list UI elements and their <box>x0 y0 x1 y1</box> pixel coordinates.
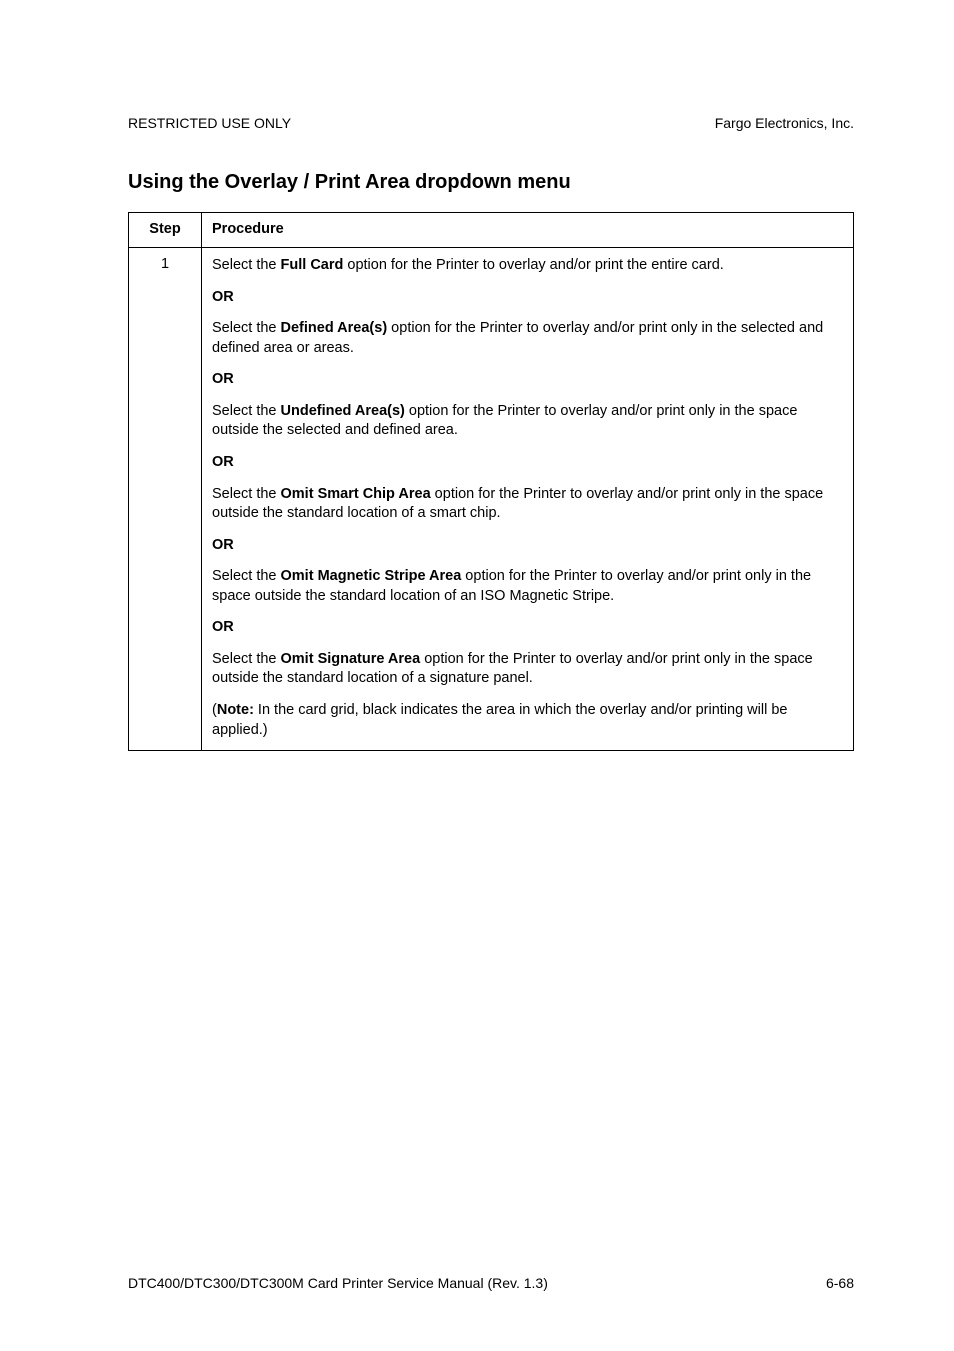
header-right: Fargo Electronics, Inc. <box>715 115 854 131</box>
procedure-cell: Select the Full Card option for the Prin… <box>202 248 854 751</box>
table-row: 1 Select the Full Card option for the Pr… <box>129 248 854 751</box>
option-undefined-areas: Undefined Area(s) <box>281 403 405 419</box>
text-run: Select the <box>212 651 281 667</box>
page-footer: DTC400/DTC300/DTC300M Card Printer Servi… <box>128 1275 854 1291</box>
or-separator: OR <box>212 453 843 473</box>
header-left: RESTRICTED USE ONLY <box>128 115 291 131</box>
footer-left: DTC400/DTC300/DTC300M Card Printer Servi… <box>128 1275 548 1291</box>
option-full-card: Full Card <box>281 257 344 273</box>
document-page: RESTRICTED USE ONLY Fargo Electronics, I… <box>0 0 954 1351</box>
or-separator: OR <box>212 536 843 556</box>
col-header-step: Step <box>129 213 202 248</box>
option-defined-areas: Defined Area(s) <box>281 320 388 336</box>
procedure-paragraph: Select the Omit Smart Chip Area option f… <box>212 485 843 524</box>
or-separator: OR <box>212 618 843 638</box>
procedure-note: (Note: In the card grid, black indicates… <box>212 701 843 740</box>
or-separator: OR <box>212 370 843 390</box>
text-run: Select the <box>212 568 281 584</box>
procedure-paragraph: Select the Omit Magnetic Stripe Area opt… <box>212 567 843 606</box>
col-header-procedure: Procedure <box>202 213 854 248</box>
or-separator: OR <box>212 288 843 308</box>
text-run: option for the Printer to overlay and/or… <box>343 257 723 273</box>
text-run: Select the <box>212 403 281 419</box>
option-omit-magnetic-stripe: Omit Magnetic Stripe Area <box>281 568 462 584</box>
text-run: Select the <box>212 320 281 336</box>
table-header-row: Step Procedure <box>129 213 854 248</box>
section-title: Using the Overlay / Print Area dropdown … <box>128 171 854 194</box>
note-label: Note: <box>217 702 254 718</box>
procedure-paragraph: Select the Full Card option for the Prin… <box>212 256 843 276</box>
text-run: In the card grid, black indicates the ar… <box>212 702 787 738</box>
option-omit-smart-chip: Omit Smart Chip Area <box>281 486 431 502</box>
procedure-paragraph: Select the Defined Area(s) option for th… <box>212 319 843 358</box>
procedure-paragraph: Select the Omit Signature Area option fo… <box>212 650 843 689</box>
procedure-table: Step Procedure 1 Select the Full Card op… <box>128 212 854 751</box>
page-header: RESTRICTED USE ONLY Fargo Electronics, I… <box>128 115 854 131</box>
procedure-paragraph: Select the Undefined Area(s) option for … <box>212 402 843 441</box>
text-run: Select the <box>212 486 281 502</box>
option-omit-signature: Omit Signature Area <box>281 651 421 667</box>
step-number-cell: 1 <box>129 248 202 751</box>
footer-right: 6-68 <box>826 1275 854 1291</box>
text-run: Select the <box>212 257 281 273</box>
